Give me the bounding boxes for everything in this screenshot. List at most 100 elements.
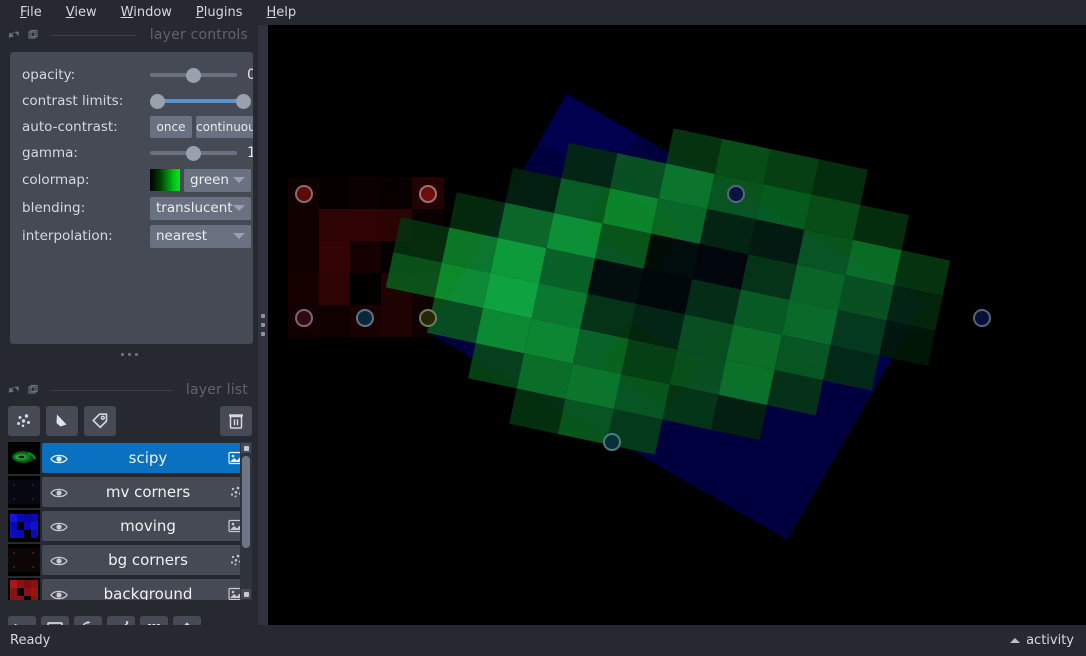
menu-help[interactable]: Help [255, 3, 309, 23]
auto-contrast-continuous-button[interactable]: continuous [196, 116, 253, 138]
auto-contrast-row: auto-contrast: once continuous [10, 114, 253, 140]
left-dock-column: layer controls opacity: 0.5 contrast lim… [0, 25, 258, 644]
gamma-value: 1.0 [247, 145, 253, 161]
blending-value: translucent [156, 200, 233, 216]
new-points-layer-button[interactable] [8, 406, 40, 436]
layer-thumbnail-scipy [8, 442, 40, 474]
visibility-toggle-icon[interactable] [50, 519, 68, 533]
menu-plugins[interactable]: Plugins [184, 3, 255, 23]
splitter-grip-dot [261, 332, 265, 336]
main-splitter-handle[interactable] [258, 25, 268, 625]
menu-bar: File View Window Plugins Help [0, 0, 1086, 25]
close-icon[interactable] [27, 384, 39, 396]
scrollbar-thumb[interactable] [242, 456, 250, 548]
gamma-slider-handle[interactable] [186, 146, 201, 161]
layer-thumbnail-moving [8, 510, 40, 542]
splitter-grip-dot [261, 323, 265, 327]
dock-title-rule [52, 34, 137, 36]
opacity-slider-handle[interactable] [186, 68, 201, 83]
visibility-toggle-icon[interactable] [50, 485, 68, 499]
caret-up-icon [1010, 638, 1021, 643]
contrast-limits-row: contrast limits: [10, 88, 253, 114]
menu-view[interactable]: View [54, 3, 109, 23]
colormap-select[interactable]: green [184, 168, 251, 192]
blending-select[interactable]: translucent [150, 196, 251, 220]
visibility-toggle-icon[interactable] [50, 451, 68, 465]
close-icon[interactable] [27, 29, 39, 41]
layer-row-body-bg-corners[interactable]: bg corners [42, 545, 252, 575]
gamma-label: gamma: [22, 145, 78, 161]
menu-file-rest: ile [26, 4, 42, 20]
menu-view-rest: iew [74, 4, 97, 20]
viewer-canvas[interactable] [268, 25, 1086, 625]
scroll-up-glyph [243, 445, 249, 451]
layer-name: bg corners [108, 551, 188, 569]
visibility-toggle-icon[interactable] [50, 553, 68, 567]
layer-list[interactable]: scipy mv corners moving bg corners backg… [8, 442, 252, 600]
layer-list-scrollbar[interactable] [240, 442, 252, 600]
auto-contrast-label: auto-contrast: [22, 119, 118, 135]
layer-row-body-moving[interactable]: moving [42, 511, 252, 541]
opacity-slider[interactable] [150, 65, 237, 85]
blending-label: blending: [22, 200, 86, 216]
labels-icon [92, 413, 108, 429]
delete-layer-button[interactable] [220, 406, 252, 436]
contrast-limits-high-handle[interactable] [236, 94, 251, 109]
layer-controls-dock-title: layer controls [0, 25, 258, 45]
layer-row-body-scipy[interactable]: scipy [42, 443, 252, 473]
layer-action-buttons [8, 405, 252, 437]
trash-icon [229, 414, 243, 429]
contrast-limits-selected-range [157, 99, 244, 103]
float-icon[interactable] [8, 384, 20, 396]
layer-thumbnail-bg-corners [8, 544, 40, 576]
layer-row-body-background[interactable]: background [42, 579, 252, 600]
menu-file[interactable]: File [8, 3, 54, 23]
layer-thumbnail-mv-corners [8, 476, 40, 508]
layer-row[interactable]: background [8, 578, 252, 600]
contrast-limits-slider[interactable] [150, 91, 251, 111]
float-icon[interactable] [8, 29, 20, 41]
new-labels-layer-button[interactable] [84, 406, 116, 436]
layer-row[interactable]: mv corners [8, 476, 252, 508]
visibility-toggle-icon[interactable] [50, 587, 68, 600]
layer-list-dock-title: layer list [0, 380, 258, 400]
activity-button[interactable]: activity [1010, 633, 1074, 648]
points-icon [17, 414, 30, 428]
layer-name: scipy [128, 449, 168, 467]
menu-window[interactable]: Window [109, 3, 184, 23]
layer-controls-title: layer controls [149, 27, 248, 43]
layer-row[interactable]: scipy [8, 442, 252, 474]
layer-row[interactable]: moving [8, 510, 252, 542]
menu-window-rest: indow [133, 4, 172, 20]
blending-row: blending: translucent [10, 194, 253, 222]
layer-row[interactable]: bg corners [8, 544, 252, 576]
gamma-slider[interactable] [150, 143, 237, 163]
colormap-row: colormap: green [10, 166, 253, 194]
grip-dot [134, 352, 138, 356]
contrast-limits-low-handle[interactable] [150, 94, 165, 109]
canvas-render [268, 25, 1086, 625]
menu-plugins-rest: lugins [203, 4, 243, 20]
chevron-down-icon [233, 205, 245, 211]
scroll-up-icon[interactable] [241, 443, 251, 453]
auto-contrast-once-button[interactable]: once [150, 116, 192, 138]
layer-row-body-mv-corners[interactable]: mv corners [42, 477, 252, 507]
activity-label: activity [1026, 633, 1074, 648]
scroll-down-icon[interactable] [241, 589, 251, 599]
layer-list-dock: layer list scipy mv corners moving bg co… [0, 380, 258, 610]
colormap-label: colormap: [22, 172, 90, 188]
menu-help-rest: elp [276, 4, 297, 20]
status-text: Ready [10, 633, 51, 648]
layer-controls-panel: opacity: 0.5 contrast limits: [10, 52, 253, 344]
colormap-swatch [150, 169, 180, 191]
splitter-grip-dot [261, 314, 265, 318]
new-shapes-layer-button[interactable] [46, 406, 78, 436]
layer-list-title: layer list [185, 382, 248, 398]
dock-resize-grip[interactable] [0, 347, 258, 361]
opacity-row: opacity: 0.5 [10, 62, 253, 88]
grip-dot [120, 352, 124, 356]
gamma-row: gamma: 1.0 [10, 140, 253, 166]
interpolation-select[interactable]: nearest [150, 224, 251, 248]
status-bar: Ready activity [0, 625, 1086, 656]
dock-title-rule [52, 389, 173, 391]
